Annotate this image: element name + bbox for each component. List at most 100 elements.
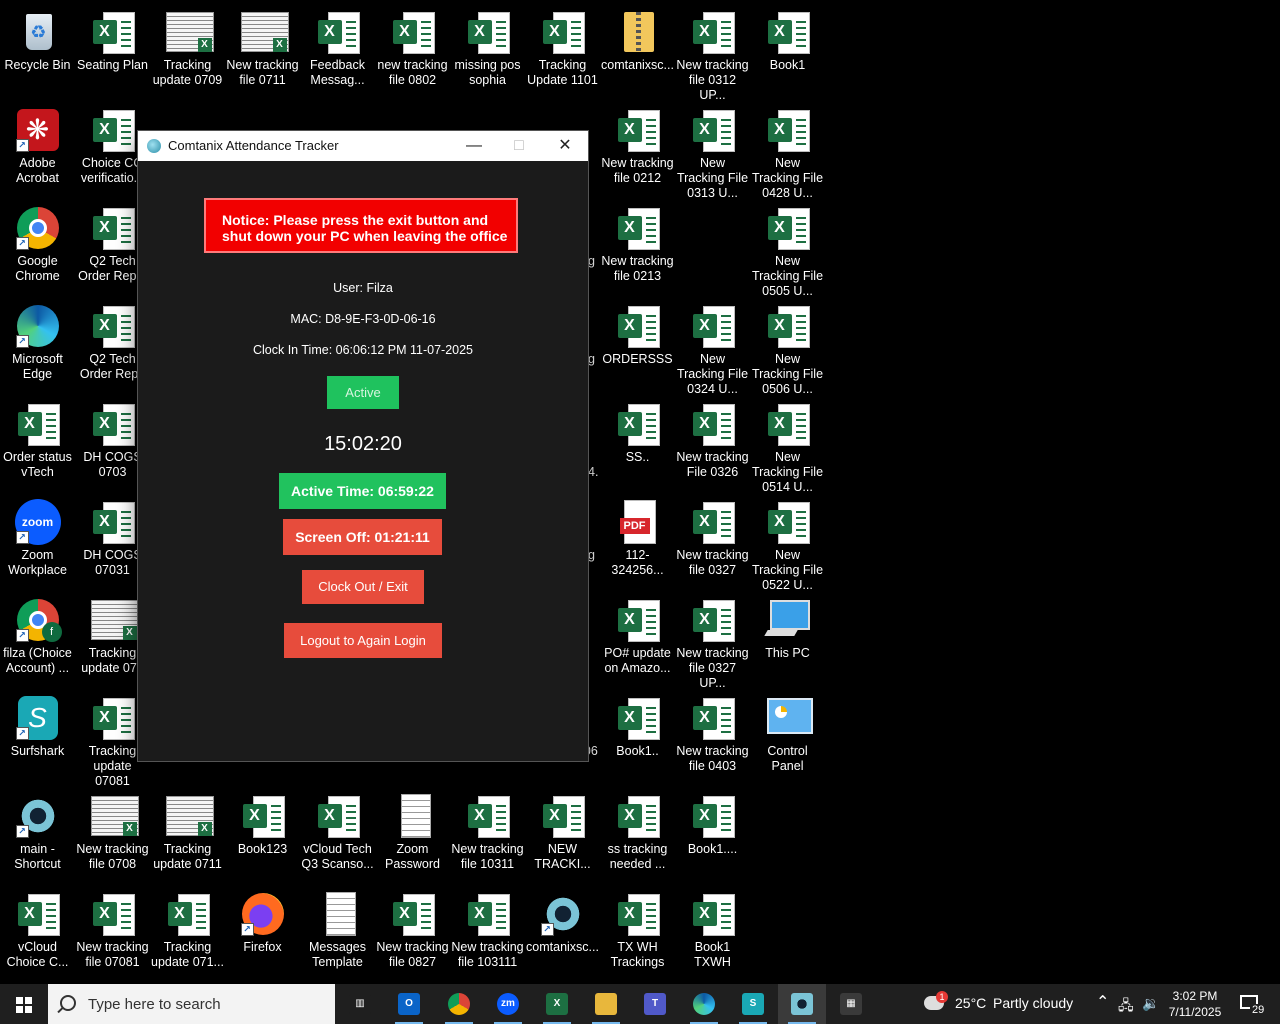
desktop-icon[interactable]: This PC xyxy=(750,590,825,688)
desktop-icon[interactable]: X New tracking file 0711 xyxy=(225,2,300,100)
taskbar-app-button[interactable]: T xyxy=(631,984,679,1024)
desktop-icon[interactable]: X New tracking file 10311 xyxy=(450,786,525,884)
taskbar-app-button[interactable]: O xyxy=(385,984,433,1024)
taskbar-app-button[interactable] xyxy=(680,984,728,1024)
desktop-icon[interactable]: X Seating Plan xyxy=(75,2,150,100)
desktop-icon[interactable]: X New tracking file 0212 xyxy=(600,100,675,198)
desktop-icon[interactable]: ♻ Recycle Bin xyxy=(0,2,75,100)
taskbar-app-button[interactable] xyxy=(435,984,483,1024)
taskbar-app-button[interactable]: ▦ xyxy=(827,984,875,1024)
desktop-icon[interactable]: X Book123 xyxy=(225,786,300,884)
desktop-icon[interactable]: X ORDERSSS xyxy=(600,296,675,394)
minimize-icon[interactable]: — xyxy=(451,131,497,161)
shortcut-arrow-icon: ↗ xyxy=(15,139,29,152)
desktop-icon[interactable]: S ↗ Surfshark xyxy=(0,688,75,786)
title-bar[interactable]: Comtanix Attendance Tracker — □ ✕ xyxy=(138,131,588,161)
network-icon[interactable]: 🖧 xyxy=(1118,995,1134,1019)
desktop-icon[interactable]: X Book1.. xyxy=(600,688,675,786)
desktop-icon[interactable]: X New Tracking File 0522 U... xyxy=(750,492,825,592)
start-button[interactable] xyxy=(0,984,48,1024)
desktop-icon[interactable]: X New Tracking File 0505 U... xyxy=(750,198,825,298)
desktop-icon[interactable]: ↗ main - Shortcut xyxy=(0,786,75,884)
desktop-icon[interactable]: X TX WH Trackings xyxy=(600,884,675,982)
shortcut-arrow-icon: ↗ xyxy=(15,727,29,740)
desktop-icon[interactable]: X PO# update on Amazo... xyxy=(600,590,675,688)
clock-out-button[interactable]: Clock Out / Exit xyxy=(302,570,424,604)
desktop-icon[interactable]: X New tracking file 0403 xyxy=(675,688,750,786)
desktop-icon[interactable]: ↗ Firefox xyxy=(225,884,300,982)
desktop-icon[interactable]: ↗ Google Chrome xyxy=(0,198,75,296)
desktop-icon[interactable]: Xmissing pos sophia xyxy=(450,2,525,100)
desktop-icon[interactable]: X New tracking file 0312 UP... xyxy=(675,2,750,102)
calculator-icon: ▦ xyxy=(840,993,862,1015)
desktop-icon[interactable]: ↗ comtanixsc... xyxy=(525,884,600,982)
desktop-icon[interactable]: Xnew tracking file 0802 xyxy=(375,2,450,100)
desktop-icon[interactable]: X Tracking Update 1101 xyxy=(525,2,600,100)
excel-icon: X xyxy=(689,400,737,448)
desktop-icon[interactable]: X New tracking file 07081 xyxy=(75,884,150,982)
desktop-icon[interactable]: X Book1 xyxy=(750,2,825,100)
desktop-icon[interactable]: X Feedback Messag... xyxy=(300,2,375,100)
close-icon[interactable]: ✕ xyxy=(542,131,588,161)
desktop-icon[interactable]: ❋ ↗ Adobe Acrobat xyxy=(0,100,75,198)
desktop-icon[interactable]: X New tracking File 0326 xyxy=(675,394,750,492)
desktop-icon[interactable]: f ↗ filza (Choice Account) ... xyxy=(0,590,75,688)
weather-text[interactable]: Partly cloudy xyxy=(993,995,1073,1011)
excel-icon: X xyxy=(764,302,812,350)
taskbar-app-button[interactable] xyxy=(582,984,630,1024)
taskbar-app-button[interactable]: ▥ xyxy=(336,984,384,1024)
excel-icon: X xyxy=(689,792,737,840)
desktop-icon[interactable]: X Tracking update 071... xyxy=(150,884,225,982)
desktop-icon[interactable]: X Tracking update 0711 xyxy=(150,786,225,884)
taskbar-app-button[interactable]: zm xyxy=(484,984,532,1024)
desktop-icon[interactable]: X NEW TRACKI... xyxy=(525,786,600,884)
desktop-icon[interactable]: X New tracking file 0213 xyxy=(600,198,675,296)
desktop-icon[interactable]: X New tracking file 0327 UP... xyxy=(675,590,750,690)
clock-area[interactable]: 3:02 PM 7/11/2025 xyxy=(1160,988,1230,1020)
desktop-icon-label: NEW TRACKI... xyxy=(534,842,591,871)
desktop-icon[interactable]: X Book1 TXWH xyxy=(675,884,750,982)
desktop-icon[interactable]: X Order status vTech xyxy=(0,394,75,492)
desktop-icon-label: filza (Choice Account) ... xyxy=(3,646,72,675)
desktop-icon[interactable]: Messages Template xyxy=(300,884,375,982)
desktop-icon[interactable]: X Tracking update 0709 xyxy=(150,2,225,100)
volume-icon[interactable]: 🔉 xyxy=(1142,995,1159,1012)
desktop-icon[interactable]: XvCloud Choice C... xyxy=(0,884,75,982)
desktop-icon[interactable]: X New Tracking File 0506 U... xyxy=(750,296,825,396)
desktop-icon[interactable]: PDF 112-324256... xyxy=(600,492,675,590)
desktop-icon[interactable]: X New tracking file 0708 xyxy=(75,786,150,884)
desktop-icon-label: PO# update on Amazo... xyxy=(604,646,671,675)
recycle-bin-icon: ♻ xyxy=(14,8,62,56)
notification-center[interactable]: 29 xyxy=(1234,984,1274,1024)
desktop-icon[interactable]: Zoom Password xyxy=(375,786,450,884)
desktop-icon-label: Book1.... xyxy=(687,842,738,856)
taskbar-app-button[interactable] xyxy=(778,984,826,1024)
logout-button[interactable]: Logout to Again Login xyxy=(284,623,442,658)
desktop-icon[interactable]: ↗ Microsoft Edge xyxy=(0,296,75,394)
excel-icon: X xyxy=(89,204,137,252)
desktop-icon[interactable]: X New tracking file 0827 xyxy=(375,884,450,982)
excel-icon: X xyxy=(89,106,137,154)
desktop-icon[interactable]: X SS.. xyxy=(600,394,675,492)
taskbar-app-button[interactable]: X xyxy=(533,984,581,1024)
desktop-icon[interactable]: XvCloud Tech Q3 Scanso... xyxy=(300,786,375,884)
desktop-icon[interactable]: X New Tracking File 0514 U... xyxy=(750,394,825,494)
document-thumbnail-icon xyxy=(389,792,437,840)
desktop-icon[interactable]: Xss tracking needed ... xyxy=(600,786,675,884)
taskbar-app-button[interactable]: S xyxy=(729,984,777,1024)
chevron-up-icon[interactable]: ⌃ xyxy=(1096,992,1109,1012)
desktop-icon[interactable]: comtanixsc... xyxy=(600,2,675,100)
desktop-icon-label: SS.. xyxy=(625,450,650,464)
desktop-icon[interactable]: Control Panel xyxy=(750,688,825,786)
desktop-icon-label: Seating Plan xyxy=(77,58,148,72)
desktop-icon[interactable]: X New tracking file 0327 xyxy=(675,492,750,590)
desktop-icon[interactable]: X New Tracking File 0313 U... xyxy=(675,100,750,200)
taskbar-search[interactable]: Type here to search xyxy=(48,984,335,1024)
desktop-icon[interactable]: X Book1.... xyxy=(675,786,750,884)
desktop-icon[interactable]: X New Tracking File 0324 U... xyxy=(675,296,750,396)
temperature[interactable]: 25°C xyxy=(955,995,986,1011)
desktop-icon[interactable]: zoom ↗ Zoom Workplace xyxy=(0,492,75,590)
weather-icon[interactable]: 1 xyxy=(920,984,950,1024)
desktop-icon[interactable]: X New tracking file 103111 xyxy=(450,884,525,982)
desktop-icon[interactable]: X New Tracking File 0428 U... xyxy=(750,100,825,200)
